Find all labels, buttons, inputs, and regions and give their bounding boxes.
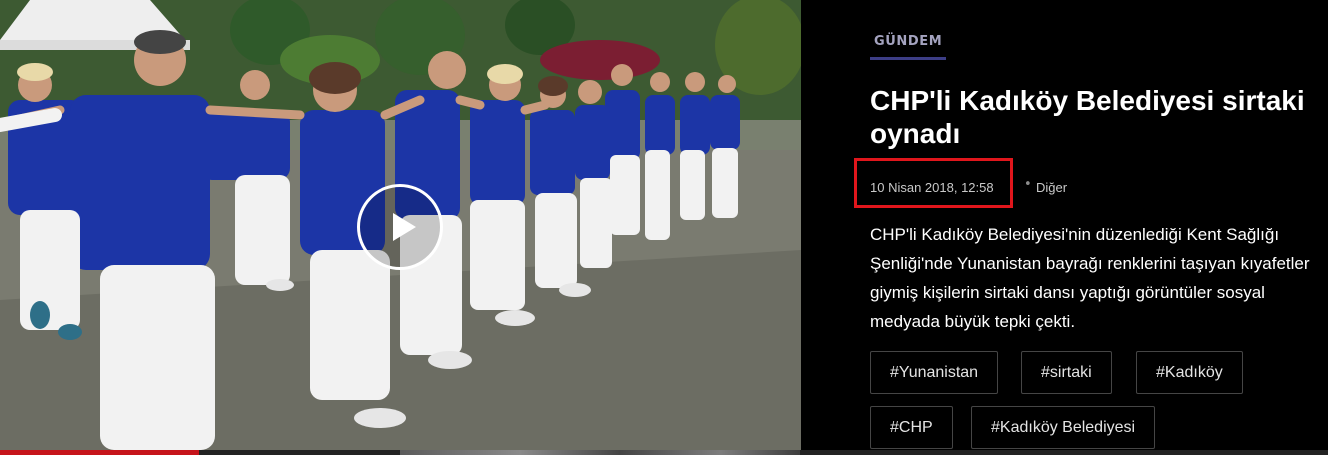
related-video-thumbnails-strip <box>400 450 800 455</box>
article-panel: GÜNDEM CHP'li Kadıköy Belediyesi sirtaki… <box>801 0 1328 450</box>
tag-kadikoy[interactable]: #Kadıköy <box>1136 351 1243 394</box>
video-progress-bar[interactable] <box>0 450 1328 455</box>
article-meta: 10 Nisan 2018, 12:58 • Diğer <box>854 158 1154 208</box>
article-title: CHP'li Kadıköy Belediyesi sirtaki oynadı <box>870 85 1305 149</box>
source-link[interactable]: Diğer <box>1036 180 1067 195</box>
video-player[interactable] <box>0 0 801 450</box>
video-progress-played <box>0 450 200 455</box>
category-label[interactable]: GÜNDEM <box>870 34 947 60</box>
meta-separator: • <box>1024 177 1032 192</box>
tag-kadikoy-belediyesi[interactable]: #Kadıköy Belediyesi <box>971 406 1156 449</box>
publish-date: 10 Nisan 2018, 12:58 <box>870 180 994 195</box>
play-icon <box>393 213 416 241</box>
tag-chp[interactable]: #CHP <box>870 406 953 449</box>
article-summary: CHP'li Kadıköy Belediyesi'nin düzenlediğ… <box>870 225 1310 331</box>
tag-yunanistan[interactable]: #Yunanistan <box>870 351 999 394</box>
tag-sirtaki[interactable]: #sirtaki <box>1021 351 1112 394</box>
play-button[interactable] <box>357 184 443 270</box>
